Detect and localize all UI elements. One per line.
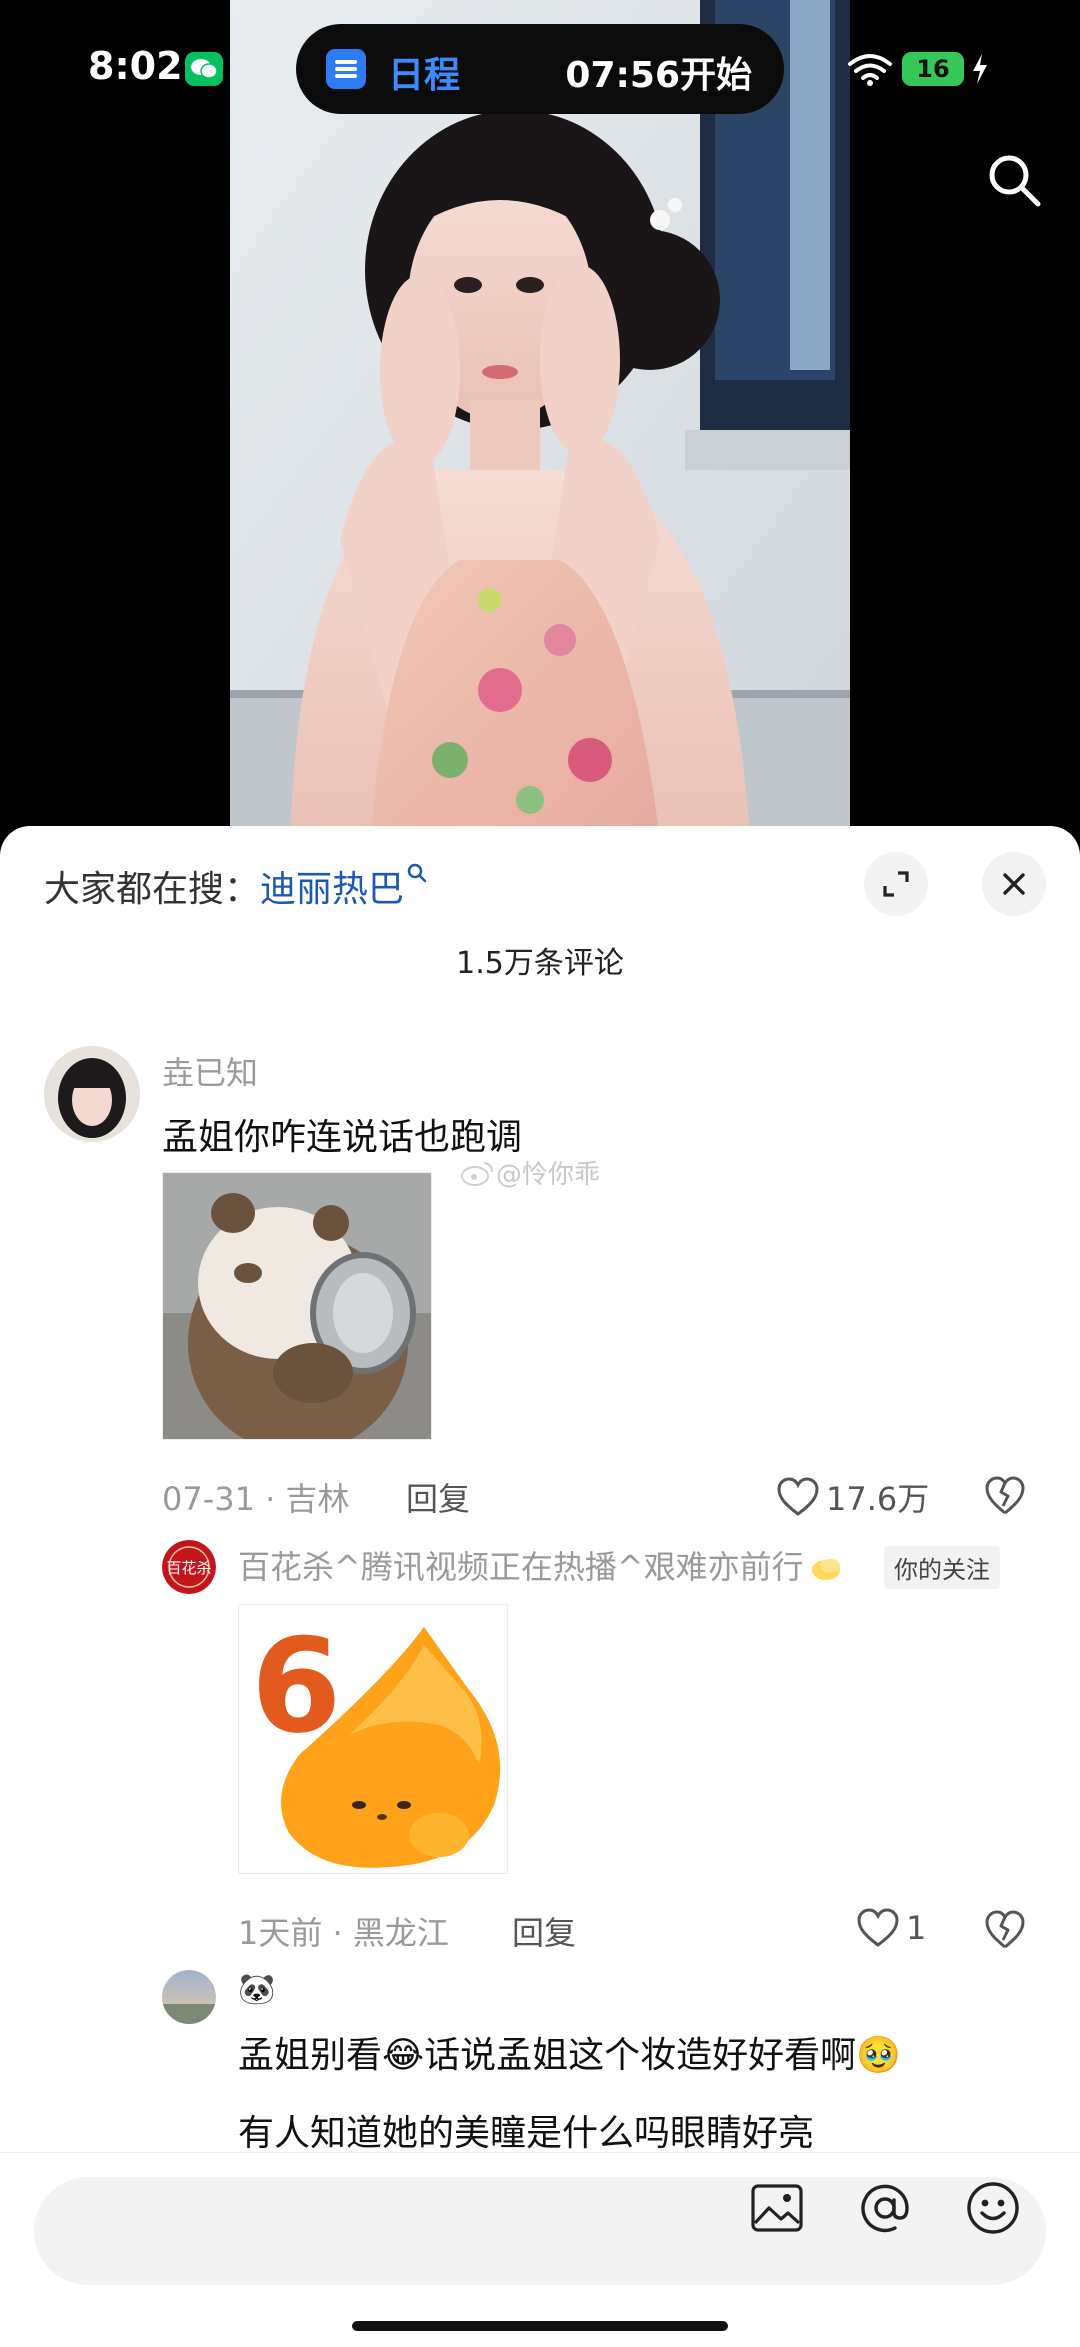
comment-meta: 1天前 · 黑龙江 [238, 1908, 449, 1954]
avatar-image [162, 1970, 216, 2024]
broken-heart-icon [985, 1476, 1025, 1515]
wechat-icon [185, 52, 223, 86]
meta-separator: · [265, 1480, 276, 1518]
calendar-icon [326, 49, 366, 89]
small-search-icon [407, 863, 427, 883]
comment-date: 07-31 [162, 1480, 255, 1518]
avatar[interactable] [44, 1046, 140, 1142]
meta-separator: · [332, 1914, 343, 1952]
comment-location: 吉林 [285, 1480, 350, 1518]
reply-button[interactable]: 回复 [406, 1474, 470, 1520]
charging-bolt-icon [970, 52, 990, 90]
comment-text-part: 孟姐别看 [238, 2035, 383, 2076]
dynamic-island[interactable]: 日程 07:56开始 [296, 24, 784, 114]
broken-heart-icon [985, 1910, 1025, 1949]
watermark: @怜你乖 [460, 1154, 600, 1191]
comment-text: 孟姐你咋连说话也跑调 [162, 1117, 523, 1158]
avatar-image: 百花杀 [162, 1540, 216, 1594]
panda-image [163, 1173, 431, 1439]
avatar[interactable]: 百花杀 [162, 1540, 216, 1594]
avatar-image [44, 1046, 140, 1142]
like-count: 1 [906, 1909, 927, 1947]
battery-indicator: 16 [902, 52, 964, 86]
comment-count: 1.5万条评论 [456, 946, 624, 981]
search-button[interactable] [982, 148, 1046, 212]
comment-date: 1天前 [238, 1914, 323, 1952]
image-icon [751, 2184, 803, 2232]
weibo-icon [461, 1161, 493, 1186]
hand-clap-icon [811, 1559, 840, 1580]
comment-username-text: 百花杀^腾讯视频正在热播^艰难亦前行 [238, 1548, 804, 1586]
comment-username[interactable]: 垚已知 [162, 1048, 258, 1094]
dislike-button[interactable] [984, 1910, 1026, 1954]
heart-icon [857, 1908, 899, 1947]
comment-image[interactable]: 6 [238, 1604, 508, 1874]
avatar[interactable] [162, 1970, 216, 2024]
home-indicator[interactable] [352, 2321, 728, 2331]
comment-username-emoji[interactable]: 🐼 [238, 1972, 275, 2007]
comment-text-line2: 有人知道她的美瞳是什么吗眼睛好亮 [238, 2113, 815, 2154]
comment-username[interactable]: 百花杀^腾讯视频正在热播^艰难亦前行 [238, 1542, 844, 1588]
comment-text-part: 话说孟姐这个妆造好好看啊 [424, 2035, 857, 2076]
video-player[interactable]: 8:02 日程 07:56开始 16 [0, 0, 1080, 840]
comment-image[interactable] [162, 1172, 432, 1440]
island-label: 日程 [388, 55, 461, 96]
emoji-button[interactable] [964, 2179, 1022, 2237]
expand-icon [883, 871, 909, 897]
search-icon [989, 155, 1041, 207]
close-icon [1003, 873, 1025, 895]
island-time: 07:56开始 [565, 55, 752, 96]
like-button[interactable]: 17.6万 [776, 1474, 929, 1520]
mention-button[interactable] [856, 2179, 914, 2237]
like-button[interactable]: 1 [856, 1908, 926, 1948]
hot-search-keyword[interactable]: 迪丽热巴 [260, 869, 404, 910]
smiley-icon [967, 2182, 1019, 2234]
mascot-sticker-image: 6 [239, 1605, 507, 1873]
comment-meta: 07-31 · 吉林 [162, 1474, 350, 1520]
comment-input-bar [0, 2152, 1080, 2347]
status-time: 8:02 [88, 44, 183, 88]
comment-text: 孟姐别看😂话说孟姐这个妆造好好看啊🥹 [238, 2026, 901, 2078]
status-bar: 8:02 日程 07:56开始 16 [0, 0, 1080, 140]
at-icon [861, 2184, 909, 2233]
avatar-text: 百花杀 [166, 1559, 211, 1577]
following-tag: 你的关注 [884, 1546, 1000, 1589]
reply-button[interactable]: 回复 [512, 1908, 576, 1954]
teary-emoji: 🥹 [856, 2035, 901, 2076]
dislike-button[interactable] [984, 1476, 1026, 1520]
comments-sheet: 大家都在搜：迪丽热巴 1.5万条评论 垚已知 孟姐你咋连说话也跑调 @怜你乖 0… [0, 826, 1080, 2347]
hot-search-bar[interactable]: 大家都在搜：迪丽热巴 [44, 860, 428, 912]
laughing-emoji: 😂 [382, 2035, 425, 2076]
close-button[interactable] [982, 852, 1046, 916]
watermark-text: @怜你乖 [496, 1160, 601, 1190]
like-count: 17.6万 [826, 1480, 930, 1518]
heart-icon [777, 1477, 819, 1516]
wifi-icon [846, 52, 894, 90]
image-button[interactable] [748, 2179, 806, 2237]
hot-search-prefix: 大家都在搜： [44, 869, 261, 910]
expand-button[interactable] [864, 852, 928, 916]
comment-location: 黑龙江 [352, 1914, 449, 1952]
